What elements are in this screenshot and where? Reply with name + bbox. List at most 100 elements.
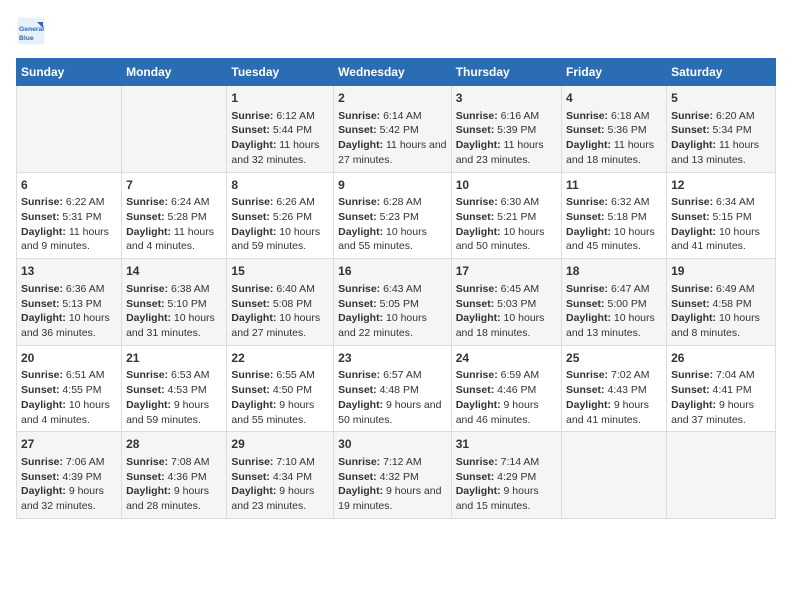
calendar-cell: 18 Sunrise: 6:47 AMSunset: 5:00 PMDayligh… [562, 259, 667, 346]
calendar-week-row: 13 Sunrise: 6:36 AMSunset: 5:13 PMDayligh… [17, 259, 776, 346]
calendar-cell [122, 86, 227, 173]
calendar-cell [667, 432, 776, 519]
day-info: Sunrise: 7:04 AMSunset: 4:41 PMDaylight:… [671, 368, 771, 427]
day-info: Sunrise: 7:12 AMSunset: 4:32 PMDaylight:… [338, 455, 447, 514]
day-info: Sunrise: 6:30 AMSunset: 5:21 PMDaylight:… [456, 195, 557, 254]
calendar-cell: 20Sunrise: 6:51 AMSunset: 4:55 PMDayligh… [17, 345, 122, 432]
day-info: Sunrise: 6:59 AMSunset: 4:46 PMDaylight:… [456, 368, 557, 427]
calendar-cell: 23Sunrise: 6:57 AMSunset: 4:48 PMDayligh… [334, 345, 452, 432]
day-number: 24 [456, 350, 557, 367]
day-number: 12 [671, 177, 771, 194]
day-number: 10 [456, 177, 557, 194]
calendar-cell: 3Sunrise: 6:16 AMSunset: 5:39 PMDaylight… [451, 86, 561, 173]
calendar-cell: 4Sunrise: 6:18 AMSunset: 5:36 PMDaylight… [562, 86, 667, 173]
day-info: Sunrise: 6:24 AMSunset: 5:28 PMDaylight:… [126, 195, 222, 254]
calendar-cell: 6Sunrise: 6:22 AMSunset: 5:31 PMDaylight… [17, 172, 122, 259]
day-number: 26 [671, 350, 771, 367]
day-info: Sunrise: 6:43 AMSunset: 5:05 PMDaylight:… [338, 282, 447, 341]
day-info: Sunrise: 6:34 AMSunset: 5:15 PMDaylight:… [671, 195, 771, 254]
day-info: Sunrise: 6:38 AMSunset: 5:10 PMDaylight:… [126, 282, 222, 341]
calendar-cell: 30 Sunrise: 7:12 AMSunset: 4:32 PMDayligh… [334, 432, 452, 519]
day-info: Sunrise: 6:32 AMSunset: 5:18 PMDaylight:… [566, 195, 662, 254]
calendar-table: SundayMondayTuesdayWednesdayThursdayFrid… [16, 58, 776, 519]
day-info: Sunrise: 6:14 AMSunset: 5:42 PMDaylight:… [338, 109, 447, 168]
calendar-cell: 17 Sunrise: 6:45 AMSunset: 5:03 PMDayligh… [451, 259, 561, 346]
day-number: 11 [566, 177, 662, 194]
day-number: 2 [338, 90, 447, 107]
calendar-cell: 19Sunrise: 6:49 AMSunset: 4:58 PMDayligh… [667, 259, 776, 346]
header-monday: Monday [122, 59, 227, 86]
day-info: Sunrise: 6:45 AMSunset: 5:03 PMDaylight:… [456, 282, 557, 341]
day-number: 6 [21, 177, 117, 194]
calendar-cell: 29 Sunrise: 7:10 AMSunset: 4:34 PMDayligh… [227, 432, 334, 519]
calendar-cell: 21Sunrise: 6:53 AMSunset: 4:53 PMDayligh… [122, 345, 227, 432]
logo-icon: General Blue [16, 16, 46, 46]
day-info: Sunrise: 6:22 AMSunset: 5:31 PMDaylight:… [21, 195, 117, 254]
header-saturday: Saturday [667, 59, 776, 86]
day-number: 27 [21, 436, 117, 453]
calendar-cell: 22Sunrise: 6:55 AMSunset: 4:50 PMDayligh… [227, 345, 334, 432]
day-number: 23 [338, 350, 447, 367]
svg-text:General: General [19, 26, 44, 33]
day-number: 28 [126, 436, 222, 453]
day-info: Sunrise: 6:51 AMSunset: 4:55 PMDaylight:… [21, 368, 117, 427]
calendar-cell: 13 Sunrise: 6:36 AMSunset: 5:13 PMDayligh… [17, 259, 122, 346]
calendar-cell [562, 432, 667, 519]
header-thursday: Thursday [451, 59, 561, 86]
day-info: Sunrise: 6:53 AMSunset: 4:53 PMDaylight:… [126, 368, 222, 427]
day-number: 20 [21, 350, 117, 367]
day-number: 29 [231, 436, 329, 453]
day-info: Sunrise: 6:55 AMSunset: 4:50 PMDaylight:… [231, 368, 329, 427]
day-number: 1 [231, 90, 329, 107]
day-info: Sunrise: 6:28 AMSunset: 5:23 PMDaylight:… [338, 195, 447, 254]
calendar-cell: 7Sunrise: 6:24 AMSunset: 5:28 PMDaylight… [122, 172, 227, 259]
logo: General Blue [16, 16, 50, 46]
day-number: 15 [231, 263, 329, 280]
day-number: 18 [566, 263, 662, 280]
calendar-cell: 25Sunrise: 7:02 AMSunset: 4:43 PMDayligh… [562, 345, 667, 432]
svg-text:Blue: Blue [19, 35, 34, 42]
day-number: 25 [566, 350, 662, 367]
header-wednesday: Wednesday [334, 59, 452, 86]
day-number: 17 [456, 263, 557, 280]
day-number: 3 [456, 90, 557, 107]
day-number: 14 [126, 263, 222, 280]
day-number: 7 [126, 177, 222, 194]
calendar-cell: 24Sunrise: 6:59 AMSunset: 4:46 PMDayligh… [451, 345, 561, 432]
calendar-cell: 1Sunrise: 6:12 AMSunset: 5:44 PMDaylight… [227, 86, 334, 173]
day-number: 30 [338, 436, 447, 453]
calendar-cell: 5Sunrise: 6:20 AMSunset: 5:34 PMDaylight… [667, 86, 776, 173]
day-info: Sunrise: 6:18 AMSunset: 5:36 PMDaylight:… [566, 109, 662, 168]
day-number: 8 [231, 177, 329, 194]
day-info: Sunrise: 7:10 AMSunset: 4:34 PMDaylight:… [231, 455, 329, 514]
calendar-cell: 16 Sunrise: 6:43 AMSunset: 5:05 PMDayligh… [334, 259, 452, 346]
day-number: 22 [231, 350, 329, 367]
calendar-cell: 14 Sunrise: 6:38 AMSunset: 5:10 PMDayligh… [122, 259, 227, 346]
calendar-cell: 27 Sunrise: 7:06 AMSunset: 4:39 PMDayligh… [17, 432, 122, 519]
header-sunday: Sunday [17, 59, 122, 86]
day-number: 31 [456, 436, 557, 453]
calendar-week-row: 1Sunrise: 6:12 AMSunset: 5:44 PMDaylight… [17, 86, 776, 173]
calendar-cell: 8Sunrise: 6:26 AMSunset: 5:26 PMDaylight… [227, 172, 334, 259]
day-info: Sunrise: 6:26 AMSunset: 5:26 PMDaylight:… [231, 195, 329, 254]
day-info: Sunrise: 6:57 AMSunset: 4:48 PMDaylight:… [338, 368, 447, 427]
day-info: Sunrise: 7:02 AMSunset: 4:43 PMDaylight:… [566, 368, 662, 427]
day-number: 13 [21, 263, 117, 280]
day-number: 21 [126, 350, 222, 367]
day-number: 19 [671, 263, 771, 280]
day-number: 16 [338, 263, 447, 280]
calendar-cell: 11Sunrise: 6:32 AMSunset: 5:18 PMDayligh… [562, 172, 667, 259]
day-info: Sunrise: 7:06 AMSunset: 4:39 PMDaylight:… [21, 455, 117, 514]
calendar-cell: 12Sunrise: 6:34 AMSunset: 5:15 PMDayligh… [667, 172, 776, 259]
day-number: 9 [338, 177, 447, 194]
header-tuesday: Tuesday [227, 59, 334, 86]
calendar-cell: 31Sunrise: 7:14 AMSunset: 4:29 PMDayligh… [451, 432, 561, 519]
calendar-cell: 9Sunrise: 6:28 AMSunset: 5:23 PMDaylight… [334, 172, 452, 259]
calendar-cell [17, 86, 122, 173]
calendar-cell: 26Sunrise: 7:04 AMSunset: 4:41 PMDayligh… [667, 345, 776, 432]
calendar-week-row: 6Sunrise: 6:22 AMSunset: 5:31 PMDaylight… [17, 172, 776, 259]
day-info: Sunrise: 6:47 AMSunset: 5:00 PMDaylight:… [566, 282, 662, 341]
calendar-cell: 2 Sunrise: 6:14 AMSunset: 5:42 PMDaylight… [334, 86, 452, 173]
day-info: Sunrise: 6:20 AMSunset: 5:34 PMDaylight:… [671, 109, 771, 168]
day-info: Sunrise: 6:36 AMSunset: 5:13 PMDaylight:… [21, 282, 117, 341]
